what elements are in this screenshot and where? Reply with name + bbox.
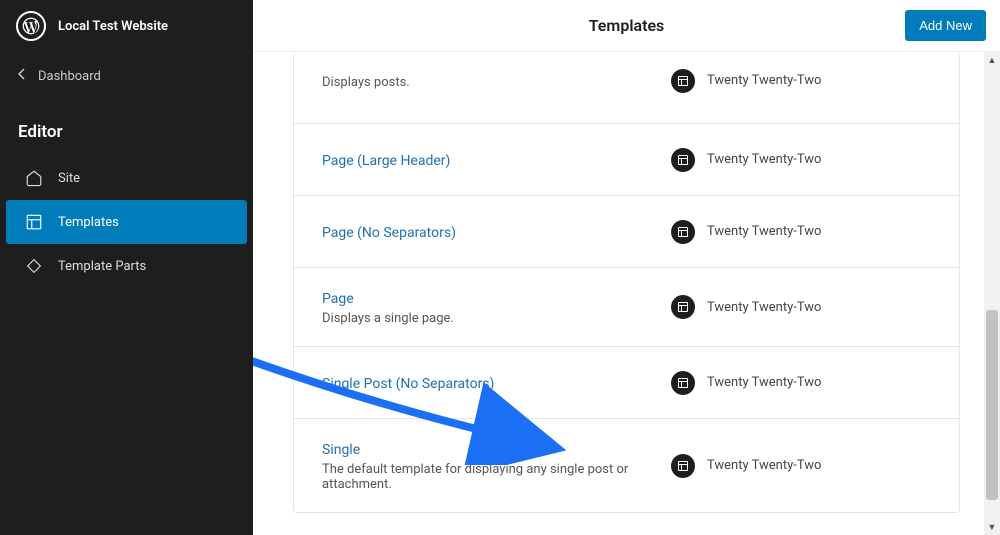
wordpress-logo-icon[interactable] (16, 11, 46, 41)
templates-list: Displays posts. Twenty Twenty-Two Page (… (293, 52, 960, 513)
template-description: The default template for displaying any … (322, 462, 642, 492)
template-link[interactable]: Single Post (No Separators) (322, 376, 494, 392)
template-theme: Twenty Twenty-Two (707, 375, 821, 390)
page-title: Templates (589, 16, 665, 35)
dashboard-label: Dashboard (38, 69, 101, 84)
add-new-button[interactable]: Add New (905, 10, 986, 41)
template-link[interactable]: Page (No Separators) (322, 225, 456, 241)
home-icon (24, 168, 44, 188)
template-theme: Twenty Twenty-Two (707, 73, 821, 88)
site-title[interactable]: Local Test Website (58, 19, 168, 34)
sidebar-item-templates[interactable]: Templates (6, 200, 247, 244)
templates-content: Displays posts. Twenty Twenty-Two Page (… (253, 52, 1000, 535)
sidebar-item-label: Template Parts (58, 259, 146, 274)
layout-icon (24, 212, 44, 232)
sidebar: Local Test Website Dashboard Editor Site… (0, 0, 253, 535)
theme-icon (671, 295, 695, 319)
theme-icon (671, 220, 695, 244)
sidebar-item-template-parts[interactable]: Template Parts (6, 244, 247, 288)
theme-icon (671, 69, 695, 93)
template-row: Page (No Separators) Twenty Twenty-Two (294, 196, 959, 268)
template-theme: Twenty Twenty-Two (707, 458, 821, 473)
dashboard-back-link[interactable]: Dashboard (0, 52, 253, 100)
scroll-up-icon[interactable]: ▲ (984, 52, 1000, 68)
editor-heading: Editor (0, 100, 253, 156)
symbol-icon (24, 256, 44, 276)
template-row: Page (Large Header) Twenty Twenty-Two (294, 124, 959, 196)
scrollbar[interactable]: ▲ ▼ (984, 52, 1000, 535)
template-row: Displays posts. Twenty Twenty-Two (294, 52, 959, 124)
theme-icon (671, 454, 695, 478)
template-theme: Twenty Twenty-Two (707, 300, 821, 315)
scroll-down-icon[interactable]: ▼ (984, 519, 1000, 535)
template-row: Single Post (No Separators) Twenty Twent… (294, 347, 959, 419)
template-theme: Twenty Twenty-Two (707, 152, 821, 167)
template-link[interactable]: Page (322, 291, 354, 307)
theme-icon (671, 371, 695, 395)
template-link[interactable]: Single (322, 442, 360, 458)
template-link[interactable]: Page (Large Header) (322, 153, 450, 169)
sidebar-header: Local Test Website (0, 0, 253, 52)
scroll-thumb[interactable] (986, 310, 998, 500)
template-theme: Twenty Twenty-Two (707, 224, 821, 239)
sidebar-item-site[interactable]: Site (6, 156, 247, 200)
chevron-left-icon (18, 68, 26, 84)
sidebar-item-label: Site (58, 171, 80, 186)
template-description: Displays posts. (322, 75, 642, 90)
main-content: Templates Add New Displays posts. Twenty… (253, 0, 1000, 535)
template-description: Displays a single page. (322, 311, 642, 326)
topbar: Templates Add New (253, 0, 1000, 52)
sidebar-item-label: Templates (58, 215, 119, 230)
template-row: Single The default template for displayi… (294, 419, 959, 512)
theme-icon (671, 148, 695, 172)
template-row: Page Displays a single page. Twenty Twen… (294, 268, 959, 347)
